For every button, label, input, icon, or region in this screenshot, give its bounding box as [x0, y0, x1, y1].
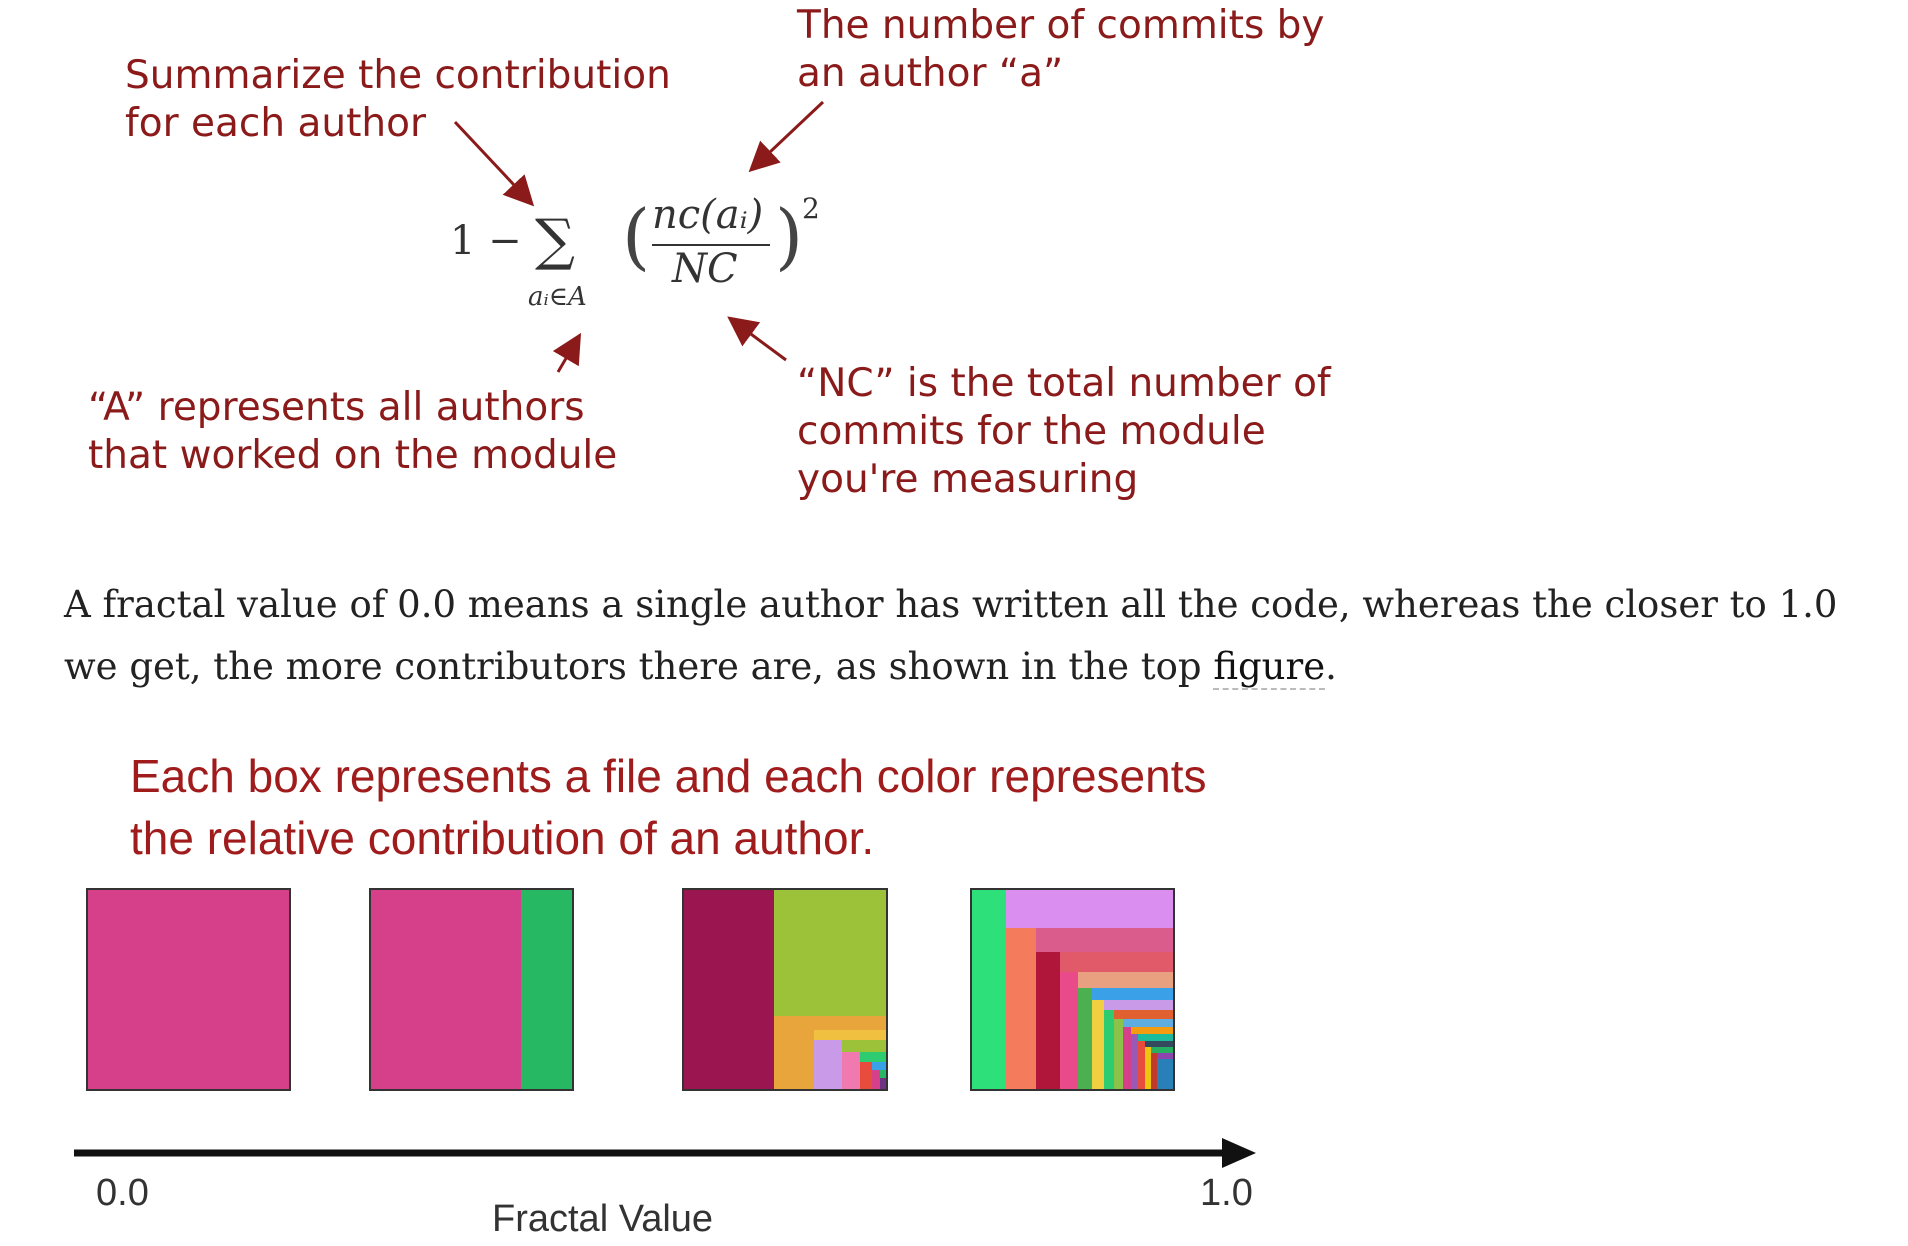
figure-link[interactable]: figure	[1213, 645, 1326, 690]
author-segment	[1123, 1027, 1131, 1089]
author-segment	[1092, 988, 1173, 1000]
author-segment	[1060, 952, 1173, 972]
file-box-two-authors	[369, 888, 574, 1091]
author-segment	[872, 1070, 880, 1089]
author-segment	[1104, 1000, 1173, 1010]
author-segment	[1138, 1041, 1145, 1089]
author-segment	[814, 1030, 886, 1040]
authors-arrow	[552, 332, 582, 373]
author-segment	[1131, 1027, 1173, 1034]
author-segment	[774, 1016, 886, 1030]
author-segment	[860, 1052, 886, 1062]
author-segment	[1078, 988, 1092, 1089]
author-segment	[842, 1040, 886, 1052]
author-segment	[1006, 928, 1036, 1089]
author-segment	[1036, 928, 1173, 952]
author-segment	[1138, 1034, 1173, 1041]
author-segment	[521, 890, 572, 1089]
author-segment	[774, 890, 886, 1016]
author-segment	[1131, 1034, 1138, 1089]
author-segment	[1006, 890, 1173, 928]
author-segment	[1123, 1019, 1173, 1027]
author-segment	[842, 1052, 860, 1089]
explanation-paragraph: A fractal value of 0.0 means a single au…	[64, 583, 1838, 690]
author-segment	[872, 1062, 886, 1070]
author-segment	[860, 1062, 872, 1089]
axis-max-label: 1.0	[1200, 1172, 1253, 1214]
file-box-single-author	[86, 888, 291, 1091]
author-segment	[1060, 972, 1078, 1089]
author-segment	[1114, 1010, 1173, 1019]
author-segment	[814, 1040, 842, 1089]
file-box-several-authors	[682, 888, 888, 1091]
file-box-many-authors	[970, 888, 1175, 1091]
author-segment	[1078, 972, 1173, 988]
author-segment	[880, 1078, 886, 1089]
author-segment	[1157, 1059, 1173, 1089]
author-segment	[774, 1030, 814, 1089]
author-segment	[1092, 1000, 1104, 1089]
commits-arrow	[748, 100, 825, 173]
author-segment	[1104, 1010, 1114, 1089]
nc-arrow	[727, 316, 787, 362]
fractal-axis-arrowhead	[1222, 1138, 1256, 1168]
sum-arrow	[453, 120, 535, 207]
author-segment	[1036, 952, 1060, 1089]
author-segment	[1114, 1019, 1123, 1089]
figure-caption: Each box represents a file and each colo…	[130, 750, 1207, 864]
axis-min-label: 0.0	[96, 1172, 149, 1214]
axis-title: Fractal Value	[492, 1198, 714, 1240]
author-segment	[880, 1070, 886, 1078]
